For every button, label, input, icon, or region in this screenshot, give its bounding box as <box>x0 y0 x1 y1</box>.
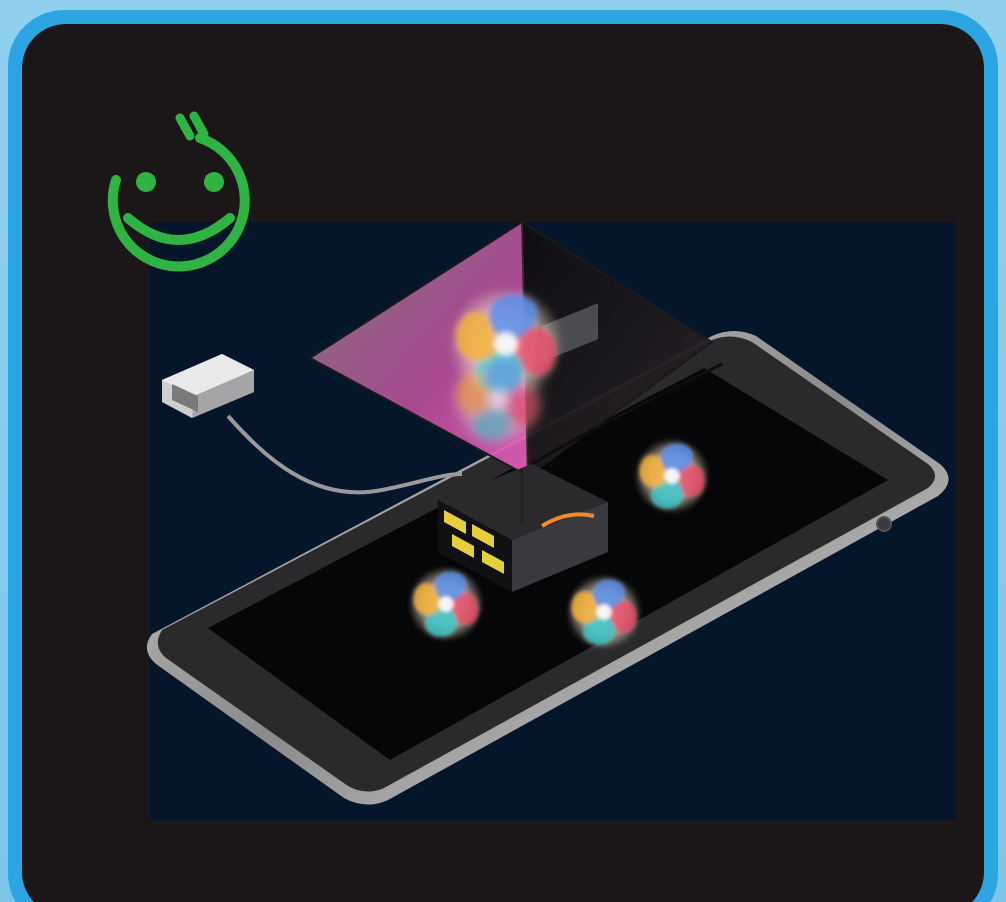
illustration-card <box>22 24 984 902</box>
page <box>0 0 1006 902</box>
smiley-face-icon <box>107 111 250 272</box>
hologram-illustration <box>107 111 949 805</box>
illustration-card-frame <box>8 10 998 902</box>
